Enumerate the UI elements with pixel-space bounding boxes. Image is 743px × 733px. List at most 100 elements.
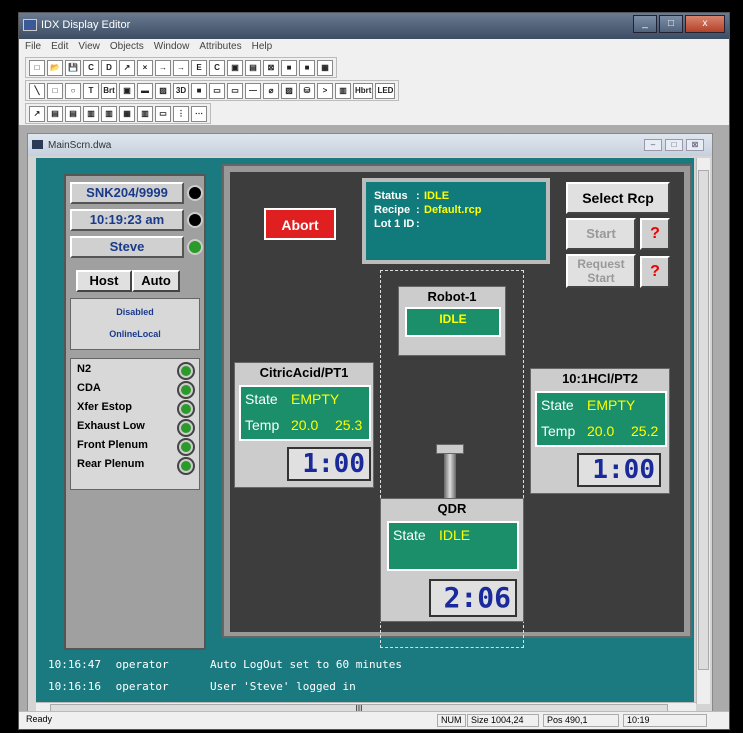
pt1-panel[interactable]: CitricAcid/PT1 State EMPTY Temp 20.0 25.… <box>234 362 374 488</box>
led-icon[interactable]: LED <box>375 82 396 99</box>
valve-icon[interactable]: ⌀ <box>263 82 279 99</box>
document-icon <box>32 140 43 149</box>
pt2-panel[interactable]: 10:1HCl/PT2 State EMPTY Temp 20.0 25.2 1… <box>530 368 670 494</box>
pt2-title: 10:1HCl/PT2 <box>562 371 638 386</box>
e-tool-button[interactable]: E <box>191 59 207 76</box>
start-help-button[interactable]: ? <box>640 218 670 250</box>
d-tool-button[interactable]: D <box>101 59 117 76</box>
bitmap-icon[interactable]: Brt <box>101 82 117 99</box>
request-help-button[interactable]: ? <box>640 256 670 288</box>
child-title: MainScrn.dwa <box>48 140 112 151</box>
menu-objects[interactable]: Objects <box>110 41 144 56</box>
horizontal-dots-icon[interactable]: ⋯ <box>191 105 207 122</box>
menu-file[interactable]: File <box>25 41 41 56</box>
panel-icon[interactable]: ▤ <box>245 59 261 76</box>
mode-disabled-label: Disabled <box>116 307 154 317</box>
space-icon[interactable]: ▥ <box>137 105 153 122</box>
pt2-state-value: EMPTY <box>587 397 636 413</box>
3d-icon[interactable]: 3D <box>173 82 189 99</box>
toolbar-align: ↗ ▤ ▤ ▥ ▥ ▦ ▥ ▭ ⋮ ⋯ <box>25 103 211 124</box>
cross-box-icon[interactable]: ⊠ <box>263 59 279 76</box>
color-fill-icon[interactable]: ■ <box>281 59 297 76</box>
child-minimize-button[interactable]: – <box>644 139 662 151</box>
signal-label: CDA <box>77 382 101 394</box>
signal-led <box>179 364 193 378</box>
signal-led <box>179 421 193 435</box>
delete-icon[interactable]: × <box>137 59 153 76</box>
child-title-bar[interactable]: MainScrn.dwa – □ ⊠ <box>28 134 712 156</box>
host-button[interactable]: Host <box>76 270 132 292</box>
select-arrow-icon[interactable]: ↗ <box>119 59 135 76</box>
button-tool-icon[interactable]: ▣ <box>119 82 135 99</box>
clock-led <box>187 212 203 228</box>
pt1-temp1: 20.0 <box>291 417 319 433</box>
tank-icon[interactable]: ⛁ <box>299 82 315 99</box>
greater-than-icon[interactable]: > <box>317 82 333 99</box>
qdr-panel[interactable]: QDR State IDLE 2:06 <box>380 498 524 622</box>
display-canvas[interactable]: SNK204/9999 10:19:23 am Steve Host Auto … <box>36 158 694 702</box>
clock-field: 10:19:23 am <box>70 209 184 231</box>
maximize-button[interactable]: □ <box>659 15 683 33</box>
pt1-temp2: 25.3 <box>335 417 363 433</box>
start-button[interactable]: Start <box>566 218 636 250</box>
separator-icon[interactable]: — <box>245 82 261 99</box>
rectangle-icon[interactable]: □ <box>47 82 63 99</box>
new-icon[interactable]: □ <box>29 59 45 76</box>
window-icon[interactable]: ▭ <box>227 82 243 99</box>
align-right-icon[interactable]: ▤ <box>65 105 81 122</box>
log-message: Auto LogOut set to 60 minutes <box>210 658 403 671</box>
pointer-icon[interactable]: ↗ <box>29 105 45 122</box>
frame-icon[interactable]: ▣ <box>227 59 243 76</box>
title-bar[interactable]: IDX Display Editor _ □ x <box>19 13 729 39</box>
mode-panel: Disabled OnlineLocal <box>70 298 200 350</box>
display-icon[interactable]: ▭ <box>209 82 225 99</box>
center-icon[interactable]: ▦ <box>119 105 135 122</box>
arrow-right-icon[interactable]: → <box>155 59 171 76</box>
vertical-scrollbar[interactable] <box>696 158 710 704</box>
log-entry: 10:16:47 operator Auto LogOut set to 60 … <box>48 658 402 671</box>
pt1-state-label: State <box>245 391 278 407</box>
request-start-button[interactable]: Request Start <box>566 254 636 288</box>
text-icon[interactable]: T <box>83 82 99 99</box>
lot-label: Lot 1 ID <box>374 218 415 230</box>
line-icon[interactable]: ╲ <box>29 82 45 99</box>
ellipse-icon[interactable]: ○ <box>65 82 81 99</box>
close-button[interactable]: x <box>685 15 725 33</box>
grid-icon[interactable]: ▦ <box>317 59 333 76</box>
open-icon[interactable]: 📂 <box>47 59 63 76</box>
robot-panel[interactable]: Robot-1 IDLE <box>398 286 506 356</box>
align-top-icon[interactable]: ▥ <box>83 105 99 122</box>
menu-view[interactable]: View <box>78 41 100 56</box>
vertical-dots-icon[interactable]: ⋮ <box>173 105 189 122</box>
event-log[interactable]: 10:16:47 operator Auto LogOut set to 60 … <box>44 656 684 702</box>
menu-help[interactable]: Help <box>252 41 273 56</box>
child-maximize-button[interactable]: □ <box>665 139 683 151</box>
meter-icon[interactable]: ▥ <box>335 82 351 99</box>
align-left-icon[interactable]: ▤ <box>47 105 63 122</box>
menu-window[interactable]: Window <box>154 41 190 56</box>
save-icon[interactable]: 💾 <box>65 59 81 76</box>
c-tool-button[interactable]: C <box>83 59 99 76</box>
child-close-button[interactable]: ⊠ <box>686 139 704 151</box>
pattern-icon[interactable]: ▨ <box>281 82 297 99</box>
menu-attributes[interactable]: Attributes <box>199 41 241 56</box>
auto-button[interactable]: Auto <box>132 270 180 292</box>
c2-tool-button[interactable]: C <box>209 59 225 76</box>
select-recipe-button[interactable]: Select Rcp <box>566 182 670 214</box>
abort-button[interactable]: Abort <box>264 208 336 240</box>
arrow-right-2-icon[interactable]: → <box>173 59 189 76</box>
minimize-button[interactable]: _ <box>633 15 657 33</box>
hbrt-icon[interactable]: Hbrt <box>353 82 374 99</box>
bar-icon[interactable]: ▬ <box>137 82 153 99</box>
status-time: 10:19 <box>623 714 707 727</box>
menu-edit[interactable]: Edit <box>51 41 68 56</box>
size-icon[interactable]: ▭ <box>155 105 171 122</box>
image-icon[interactable]: ▨ <box>155 82 171 99</box>
robot-title: Robot-1 <box>427 289 477 304</box>
color-line-icon[interactable]: ■ <box>299 59 315 76</box>
fill-icon[interactable]: ■ <box>191 82 207 99</box>
vertical-scroll-thumb[interactable] <box>698 170 709 670</box>
align-bottom-icon[interactable]: ▥ <box>101 105 117 122</box>
status-value: IDLE <box>424 190 450 202</box>
user-led <box>187 239 203 255</box>
